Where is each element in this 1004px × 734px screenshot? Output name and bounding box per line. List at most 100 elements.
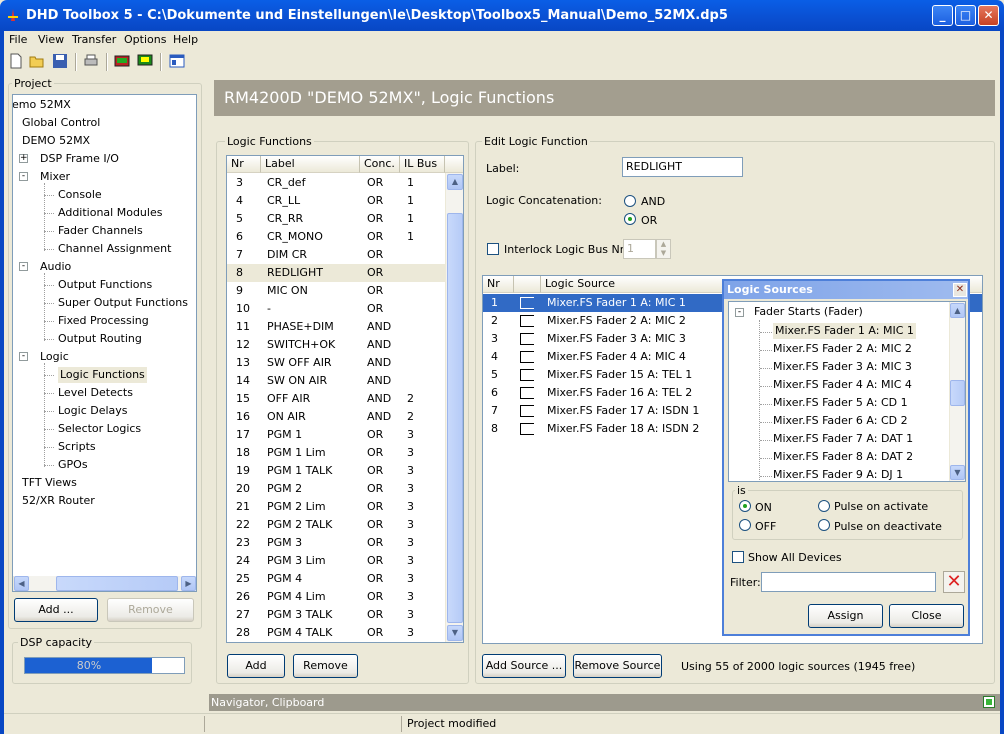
tree-item[interactable]: Super Output Functions bbox=[58, 295, 188, 311]
src-col-type[interactable] bbox=[514, 276, 541, 293]
remove-source-button[interactable]: Remove Source bbox=[573, 654, 662, 678]
tree-item[interactable]: emo 52MX bbox=[13, 97, 71, 113]
print-icon[interactable] bbox=[83, 53, 99, 69]
concat-and-radio[interactable] bbox=[624, 195, 636, 207]
menu-view[interactable]: View bbox=[38, 33, 64, 46]
tree-item[interactable]: TFT Views bbox=[22, 475, 77, 491]
tree-item[interactable]: Global Control bbox=[22, 115, 100, 131]
col-nr[interactable]: Nr bbox=[227, 156, 261, 173]
table-row[interactable]: 15 OFF AIR AND 2 bbox=[227, 390, 445, 408]
table-row[interactable]: 20 PGM 2 OR 3 bbox=[227, 480, 445, 498]
scroll-down-icon[interactable]: ▼ bbox=[950, 465, 965, 480]
maximize-icon[interactable]: □ bbox=[955, 5, 976, 26]
table-row[interactable]: 14 SW ON AIR AND bbox=[227, 372, 445, 390]
tree-item[interactable]: Fader Channels bbox=[58, 223, 143, 239]
project-remove-button[interactable]: Remove bbox=[107, 598, 194, 622]
collapse-icon[interactable]: - bbox=[19, 262, 28, 271]
project-add-button[interactable]: Add ... bbox=[14, 598, 98, 622]
table-row[interactable]: 28 PGM 4 TALK OR 3 bbox=[227, 624, 445, 642]
device-icon[interactable] bbox=[114, 53, 130, 69]
col-label[interactable]: Label bbox=[261, 156, 360, 173]
assign-button[interactable]: Assign bbox=[808, 604, 883, 628]
tree-item[interactable]: Channel Assignment bbox=[58, 241, 171, 257]
close-icon[interactable]: ✕ bbox=[978, 5, 999, 26]
tree-item[interactable]: GPOs bbox=[58, 457, 88, 473]
table-row[interactable]: 8 REDLIGHT OR bbox=[227, 264, 445, 282]
minimize-icon[interactable]: _ bbox=[932, 5, 953, 26]
table-row[interactable]: 23 PGM 3 OR 3 bbox=[227, 534, 445, 552]
dialog-tree[interactable]: - Fader Starts (Fader) Mixer.FS Fader 1 … bbox=[728, 301, 966, 482]
open-folder-icon[interactable] bbox=[29, 53, 45, 69]
close-button[interactable]: Close bbox=[889, 604, 964, 628]
window-icon[interactable] bbox=[169, 53, 185, 69]
src-col-nr[interactable]: Nr bbox=[483, 276, 514, 293]
concat-or-radio[interactable] bbox=[624, 213, 636, 225]
tree-hscrollbar[interactable]: ◀ ▶ bbox=[13, 576, 196, 591]
dialog-close-icon[interactable]: ✕ bbox=[953, 283, 967, 297]
tree-item[interactable]: Scripts bbox=[58, 439, 96, 455]
pulse-deactivate-radio[interactable] bbox=[818, 519, 830, 531]
table-row[interactable]: 26 PGM 4 Lim OR 3 bbox=[227, 588, 445, 606]
filter-input[interactable] bbox=[761, 572, 936, 592]
table-row[interactable]: 24 PGM 3 Lim OR 3 bbox=[227, 552, 445, 570]
tree-item[interactable]: Console bbox=[58, 187, 102, 203]
label-input[interactable]: REDLIGHT bbox=[622, 157, 743, 177]
table-row[interactable]: 5 CR_RR OR 1 bbox=[227, 210, 445, 228]
scroll-up-icon[interactable]: ▲ bbox=[950, 303, 965, 318]
menu-transfer[interactable]: Transfer bbox=[72, 33, 116, 46]
tree-item[interactable]: Fixed Processing bbox=[58, 313, 149, 329]
lf-add-button[interactable]: Add bbox=[227, 654, 285, 678]
dialog-source-item[interactable]: Mixer.FS Fader 6 A: CD 2 bbox=[773, 413, 908, 429]
new-file-icon[interactable] bbox=[8, 53, 24, 69]
dialog-source-item[interactable]: Mixer.FS Fader 3 A: MIC 3 bbox=[773, 359, 912, 375]
scroll-thumb[interactable] bbox=[447, 213, 463, 623]
table-row[interactable]: 12 SWITCH+OK AND bbox=[227, 336, 445, 354]
collapse-icon[interactable]: - bbox=[19, 172, 28, 181]
table-row[interactable]: 25 PGM 4 OR 3 bbox=[227, 570, 445, 588]
table-row[interactable]: 19 PGM 1 TALK OR 3 bbox=[227, 462, 445, 480]
tree-item[interactable]: DSP Frame I/O bbox=[40, 151, 119, 167]
on-radio[interactable] bbox=[739, 500, 751, 512]
scroll-left-icon[interactable]: ◀ bbox=[14, 576, 29, 591]
dialog-source-item[interactable]: Mixer.FS Fader 5 A: CD 1 bbox=[773, 395, 908, 411]
tree-item[interactable]: Logic Delays bbox=[58, 403, 128, 419]
table-row[interactable]: 6 CR_MONO OR 1 bbox=[227, 228, 445, 246]
lf-remove-button[interactable]: Remove bbox=[293, 654, 358, 678]
dialog-source-item[interactable]: Mixer.FS Fader 2 A: MIC 2 bbox=[773, 341, 912, 357]
show-all-checkbox[interactable] bbox=[732, 551, 744, 563]
collapse-icon[interactable]: - bbox=[735, 308, 744, 317]
navigator-toggle-icon[interactable] bbox=[983, 696, 995, 708]
pulse-activate-radio[interactable] bbox=[818, 500, 830, 512]
tree-item[interactable]: Logic Functions bbox=[58, 367, 147, 383]
tree-item[interactable]: Level Detects bbox=[58, 385, 133, 401]
clear-filter-icon[interactable]: ✕ bbox=[943, 571, 965, 593]
table-row[interactable]: 7 DIM CR OR bbox=[227, 246, 445, 264]
table-row[interactable]: 9 MIC ON OR bbox=[227, 282, 445, 300]
interlock-checkbox[interactable] bbox=[487, 243, 499, 255]
scroll-thumb[interactable] bbox=[950, 380, 965, 406]
col-il-bus[interactable]: IL Bus bbox=[400, 156, 445, 173]
menu-file[interactable]: File bbox=[9, 33, 27, 46]
menu-help[interactable]: Help bbox=[173, 33, 198, 46]
dialog-source-item[interactable]: Mixer.FS Fader 1 A: MIC 1 bbox=[773, 323, 916, 339]
table-row[interactable]: 16 ON AIR AND 2 bbox=[227, 408, 445, 426]
interlock-bus-input[interactable]: 1 bbox=[623, 239, 656, 259]
scroll-down-icon[interactable]: ▼ bbox=[447, 625, 463, 641]
tree-item[interactable]: Output Functions bbox=[58, 277, 152, 293]
table-row[interactable]: 17 PGM 1 OR 3 bbox=[227, 426, 445, 444]
table-row[interactable]: 3 CR_def OR 1 bbox=[227, 174, 445, 192]
table-row[interactable]: 10 - OR bbox=[227, 300, 445, 318]
project-tree[interactable]: emo 52MX Global Control DEMO 52MX DSP Frame… bbox=[12, 94, 197, 592]
save-icon[interactable] bbox=[52, 53, 68, 69]
tree-item[interactable]: Additional Modules bbox=[58, 205, 162, 221]
navigator-bar[interactable]: Navigator, Clipboard bbox=[209, 694, 1000, 711]
dialog-source-item[interactable]: Mixer.FS Fader 7 A: DAT 1 bbox=[773, 431, 913, 447]
scroll-thumb[interactable] bbox=[56, 576, 178, 591]
table-row[interactable]: 27 PGM 3 TALK OR 3 bbox=[227, 606, 445, 624]
collapse-icon[interactable]: - bbox=[19, 352, 28, 361]
menu-options[interactable]: Options bbox=[124, 33, 166, 46]
tree-item[interactable]: Output Routing bbox=[58, 331, 142, 347]
table-row[interactable]: 22 PGM 2 TALK OR 3 bbox=[227, 516, 445, 534]
scroll-up-icon[interactable]: ▲ bbox=[447, 174, 463, 190]
monitor-icon[interactable] bbox=[137, 53, 153, 69]
